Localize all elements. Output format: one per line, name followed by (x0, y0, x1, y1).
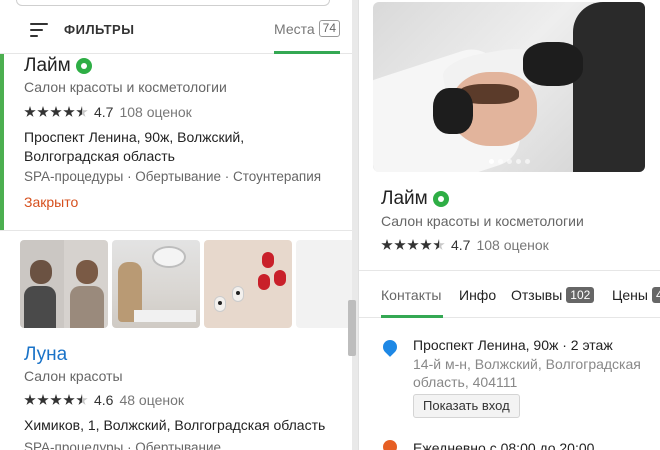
photo-salon-interior[interactable] (112, 240, 200, 328)
place-category: Салон красоты и косметологии (381, 213, 584, 229)
rating-stars-icon (24, 394, 88, 406)
tab-label: Цены (612, 287, 648, 303)
photo-haircut[interactable] (20, 240, 108, 328)
card-tags: SPA-процедуры · Обертывание (24, 440, 222, 450)
photo-more[interactable] (296, 240, 352, 328)
place-rating[interactable]: 4.7 108 оценок (381, 237, 549, 253)
working-hours: Ежедневно с 08:00 до 20:00 (413, 440, 595, 450)
tab-label: Отзывы (511, 287, 563, 303)
show-entrance-button[interactable]: Показать вход (413, 394, 520, 418)
address-line-2: Волгоградская область (24, 148, 175, 164)
rating-value: 4.7 (94, 104, 114, 120)
verified-icon (432, 191, 449, 207)
place-photo[interactable] (373, 2, 645, 172)
rating-count: 48 оценок (119, 392, 185, 408)
tab-label: Контакты (381, 287, 442, 303)
verified-icon (75, 58, 92, 74)
rating-value: 4.6 (94, 392, 114, 408)
card-divider (0, 230, 352, 231)
address-details: 14-й м-н, Волжский, Волгоградская област… (413, 356, 641, 390)
location-pin-icon (380, 337, 400, 357)
rating-stars-icon (24, 106, 88, 118)
tab-contacts[interactable]: Контакты (381, 287, 441, 303)
card-title[interactable]: Лайм (24, 55, 92, 77)
card-tags: SPA-процедуры · Обертывание · Стоунтерап… (24, 169, 322, 184)
rating-count: 108 оценок (476, 237, 549, 253)
reviews-count-badge: 102 (566, 287, 595, 303)
scrollbar[interactable] (348, 300, 356, 356)
tab-places[interactable]: Места 74 (274, 20, 341, 37)
search-results-panel: ФИЛЬТРЫ Места 74 Лайм Салон красоты и ко… (0, 0, 352, 450)
card-address: Химиков, 1, Волжский, Волгоградская обла… (24, 417, 326, 433)
prices-count-badge: 4 (651, 287, 660, 303)
address-line-1: Проспект Ленина, 90ж, Волжский, (24, 129, 245, 145)
place-name: Лайм (381, 188, 428, 209)
card-rating: 4.7 108 оценок (24, 104, 192, 120)
photo-manicure[interactable] (204, 240, 292, 328)
place-title: Лайм (381, 188, 449, 210)
card-category: Салон красоты и косметологии (24, 79, 227, 95)
card-rating: 4.6 48 оценок (24, 392, 184, 408)
filters-label: ФИЛЬТРЫ (64, 22, 135, 37)
rating-count: 108 оценок (119, 104, 192, 120)
detail-tabs: Контакты Инфо Отзывы 102 Цены 4 (359, 270, 660, 318)
photo-pagination[interactable] (373, 159, 645, 164)
search-box-edge (16, 0, 330, 6)
card-name: Лайм (24, 55, 71, 76)
filter-icon (30, 22, 48, 37)
places-count-badge: 74 (318, 20, 341, 37)
card-name-link[interactable]: Луна (24, 344, 67, 366)
status-closed: Закрыто (24, 194, 79, 210)
active-tab-underline (381, 315, 443, 318)
place-detail-panel: Лайм Салон красоты и косметологии 4.7 10… (358, 0, 660, 450)
tab-prices[interactable]: Цены 4 (612, 287, 660, 303)
card-photos (20, 240, 352, 328)
filter-bar: ФИЛЬТРЫ Места 74 (0, 10, 352, 54)
tab-label: Инфо (459, 287, 497, 303)
tab-info[interactable]: Инфо (459, 287, 496, 303)
rating-stars-icon (381, 239, 445, 251)
places-label: Места (274, 20, 315, 37)
address-main: Проспект Ленина, 90ж · 2 этаж (413, 337, 613, 353)
card-address: Проспект Ленина, 90ж, Волжский, Волгогра… (24, 128, 324, 166)
clock-icon (383, 440, 397, 450)
filters-button[interactable]: ФИЛЬТРЫ (30, 22, 134, 37)
tab-reviews[interactable]: Отзывы 102 (511, 287, 595, 303)
result-card-laim[interactable]: Лайм Салон красоты и косметологии 4.7 10… (0, 54, 352, 230)
card-category: Салон красоты (24, 368, 123, 384)
rating-value: 4.7 (451, 237, 471, 253)
